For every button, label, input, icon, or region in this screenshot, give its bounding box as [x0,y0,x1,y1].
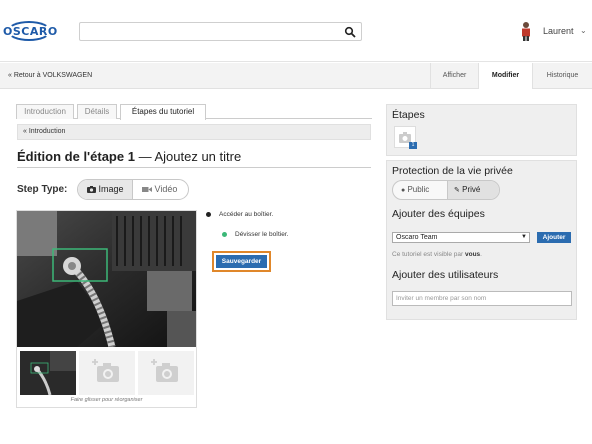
teams-title: Ajouter des équipes [392,208,485,220]
step-number-badge: 1 [409,142,417,149]
title-divider [17,167,371,168]
tab-modifier[interactable]: Modifier [478,63,532,89]
back-link[interactable]: « Retour à VOLKSWAGEN [8,72,92,79]
bullet-dot-black[interactable] [206,212,211,217]
thumbnail-photo [20,351,76,396]
media-gallery: Faire glisser pour réorganiser [16,210,197,408]
team-select[interactable]: Oscaro Team ▼ [392,232,530,243]
settings-panel: Protection de la vie privée ● Public ✎ P… [386,160,577,320]
engine-photo [17,211,196,347]
save-button[interactable]: Sauvegarder [216,255,267,268]
tab-details[interactable]: Détails [77,104,117,119]
bullet-dot-green[interactable] [222,232,227,237]
avatar[interactable] [519,21,533,41]
privacy-private[interactable]: ✎ Privé [447,181,499,199]
privacy-private-label: Privé [462,185,481,194]
logo-text: OSCARO [3,25,58,38]
step-title-prefix: Édition de l'étape 1 [17,149,135,164]
editor-tabs: Introduction Détails Étapes du tutoriel [16,104,372,120]
add-photo-icon [151,359,178,382]
steps-title: Étapes [392,109,425,121]
image-thumbnail-1[interactable] [20,351,76,396]
camera-icon [87,186,96,193]
tab-historique[interactable]: Historique [532,63,592,89]
step-type-label: Step Type: [17,184,68,195]
video-icon [142,187,152,192]
oscaro-logo[interactable]: OSCARO [3,20,58,44]
step-type-toggle: Image Vidéo [77,179,189,200]
tab-steps[interactable]: Étapes du tutoriel [120,104,206,120]
add-team-button[interactable]: Ajouter [537,232,571,243]
privacy-public[interactable]: ● Public [393,181,447,199]
team-select-value: Oscaro Team [396,234,438,241]
bullet-line-1[interactable]: Accéder au boîtier. [219,211,273,218]
search-icon[interactable] [344,26,356,38]
invite-user-input[interactable]: Inviter un membre par son nom [392,291,572,306]
top-header: OSCARO Laurent ⌄ [0,0,592,62]
privacy-toggle: ● Public ✎ Privé [392,180,500,200]
visibility-note-prefix: Ce tutoriel est visible par [392,251,465,258]
add-photo-icon [92,359,119,382]
visibility-note-suffix: . [480,251,482,258]
edit-icon: ✎ [454,187,460,194]
privacy-title: Protection de la vie privée [392,165,513,177]
step-type-image[interactable]: Image [78,180,133,199]
add-image-slot-2[interactable] [79,351,135,395]
username[interactable]: Laurent [543,26,574,36]
save-highlight: Sauvegarder [212,251,271,272]
globe-icon: ● [401,187,406,194]
visibility-note: Ce tutoriel est visible par vous. [392,251,482,258]
sub-navigation: « Retour à VOLKSWAGEN Afficher Modifier … [0,63,592,89]
chevron-down-icon[interactable]: ⌄ [580,26,587,35]
breadcrumb[interactable]: « Introduction [17,124,371,140]
step-thumbnail[interactable]: 1 [394,126,417,149]
step-type-image-label: Image [98,184,124,194]
page-title: Édition de l'étape 1 — Ajoutez un titre [17,149,241,164]
step-type-video-label: Vidéo [154,184,178,194]
dropdown-arrow-icon: ▼ [521,234,527,240]
title-dash: — [134,149,155,164]
bullet-line-2[interactable]: Dévisser le boîtier. [235,231,288,238]
add-image-slot-3[interactable] [138,351,194,395]
users-title: Ajouter des utilisateurs [392,269,499,281]
drag-hint: Faire glisser pour réorganiser [70,397,143,403]
step-title-input[interactable]: Ajoutez un titre [154,149,241,164]
step-main-image[interactable] [17,211,196,347]
visibility-note-bold: vous [464,251,481,258]
steps-panel: Étapes 1 [386,104,577,156]
search-input[interactable] [79,22,362,41]
tab-introduction[interactable]: Introduction [16,104,74,119]
privacy-public-label: Public [407,185,430,194]
tab-afficher[interactable]: Afficher [430,63,478,89]
step-type-video[interactable]: Vidéo [134,180,188,199]
